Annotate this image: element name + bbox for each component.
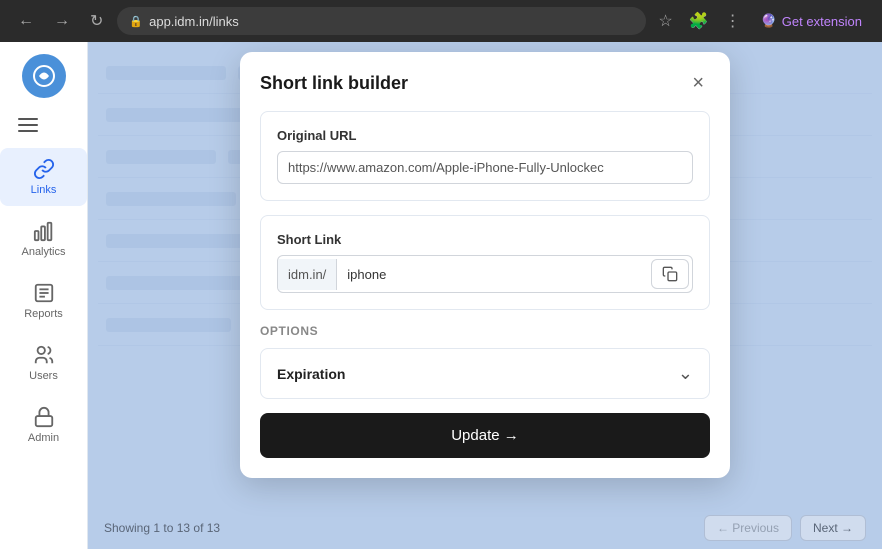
extensions-button[interactable]: 🧩	[685, 7, 713, 35]
sidebar-item-analytics[interactable]: Analytics	[0, 210, 87, 268]
main-content: Short link builder × Original URL Short …	[88, 42, 882, 549]
update-label: Update →	[451, 427, 519, 444]
refresh-button[interactable]: ↻	[84, 7, 109, 35]
short-link-container: idm.in/	[277, 255, 693, 293]
short-link-section: Short Link idm.in/	[260, 215, 710, 310]
lock-icon: 🔒	[129, 15, 143, 28]
modal-header: Short link builder ×	[240, 52, 730, 111]
sidebar-item-admin[interactable]: Admin	[0, 396, 87, 454]
short-link-label: Short Link	[277, 232, 693, 247]
modal-close-button[interactable]: ×	[686, 70, 710, 97]
sidebar-users-label: Users	[29, 370, 58, 382]
get-extension-button[interactable]: 🔮 Get extension	[753, 9, 870, 33]
copy-link-button[interactable]	[651, 259, 689, 289]
browser-action-buttons: ☆ 🧩 ⋮ 🔮 Get extension	[654, 7, 870, 35]
get-extension-icon: 🔮	[761, 13, 777, 29]
menu-button[interactable]: ⋮	[721, 7, 745, 35]
modal-body: Original URL Short Link idm.in/	[240, 111, 730, 478]
modal-overlay: Short link builder × Original URL Short …	[88, 42, 882, 549]
get-extension-label: Get extension	[782, 14, 862, 29]
hamburger-menu[interactable]	[10, 110, 46, 140]
short-link-prefix: idm.in/	[278, 259, 337, 290]
original-url-label: Original URL	[277, 128, 693, 143]
bookmark-button[interactable]: ☆	[654, 7, 676, 35]
update-button[interactable]: Update →	[260, 413, 710, 458]
sidebar-item-users[interactable]: Users	[0, 334, 87, 392]
sidebar-item-links[interactable]: Links	[0, 148, 87, 206]
sidebar-item-reports[interactable]: Reports	[0, 272, 87, 330]
browser-chrome: ← → ↻ 🔒 app.idm.in/links ☆ 🧩 ⋮ 🔮 Get ext…	[0, 0, 882, 42]
copy-icon	[662, 266, 678, 282]
app-logo	[22, 54, 66, 98]
url-text: app.idm.in/links	[149, 14, 239, 29]
back-button[interactable]: ←	[12, 8, 40, 34]
expiration-label: Expiration	[277, 366, 345, 382]
sidebar: Links Analytics Reports	[0, 42, 88, 549]
original-url-section: Original URL	[260, 111, 710, 201]
options-label: OPTIONS	[260, 324, 710, 338]
short-link-input[interactable]	[337, 259, 648, 290]
original-url-input[interactable]	[277, 151, 693, 184]
url-bar[interactable]: 🔒 app.idm.in/links	[117, 7, 646, 35]
sidebar-admin-label: Admin	[28, 432, 59, 444]
short-link-builder-modal: Short link builder × Original URL Short …	[240, 52, 730, 478]
forward-button[interactable]: →	[48, 8, 76, 34]
expiration-row[interactable]: Expiration ⌄	[260, 348, 710, 399]
sidebar-analytics-label: Analytics	[21, 246, 65, 258]
sidebar-reports-label: Reports	[24, 308, 63, 320]
sidebar-links-label: Links	[31, 184, 57, 196]
modal-title: Short link builder	[260, 73, 408, 94]
app-layout: Links Analytics Reports	[0, 42, 882, 549]
chevron-down-icon: ⌄	[678, 363, 693, 384]
